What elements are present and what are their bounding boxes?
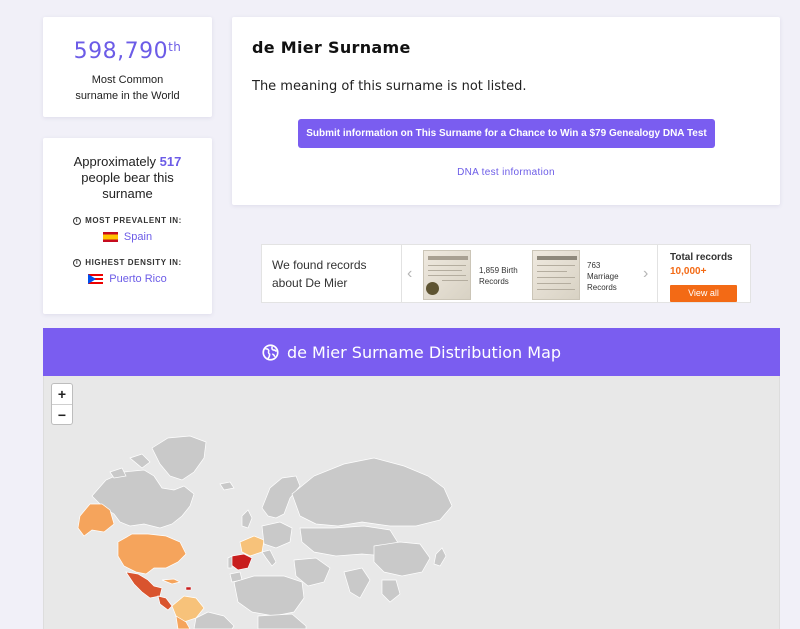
birth-certificate-thumbnail[interactable] — [423, 250, 471, 300]
map-region-india[interactable] — [343, 567, 371, 599]
bearers-card: Approximately 517 people bear this surna… — [43, 138, 212, 314]
divider — [401, 245, 402, 302]
highest-density-label-text: HIGHEST DENSITY IN: — [85, 258, 182, 267]
puerto-rico-flag-icon — [88, 274, 104, 284]
rank-value: 598,790 — [73, 39, 169, 64]
info-icon: i — [73, 216, 82, 225]
map-region-alaska[interactable] — [77, 503, 115, 537]
map-region-mexico[interactable] — [125, 571, 163, 599]
map-region-portugal[interactable] — [227, 555, 233, 569]
world-map[interactable] — [44, 376, 780, 629]
rank-number: 598,790th — [43, 39, 212, 64]
bearers-description: Approximately 517 people bear this surna… — [43, 154, 212, 202]
view-all-button[interactable]: View all — [670, 285, 737, 302]
globe-icon — [262, 343, 279, 361]
map-region-cuba[interactable] — [161, 578, 182, 585]
marriage-records-label[interactable]: 763 Marriage Records — [587, 260, 627, 293]
most-prevalent-label: i MOST PREVALENT IN: — [43, 216, 212, 225]
map-region-uk[interactable] — [241, 509, 253, 529]
map-region-china[interactable] — [373, 541, 431, 577]
map-region-puerto-rico[interactable] — [185, 586, 192, 591]
map-title: de Mier Surname Distribution Map — [286, 342, 562, 362]
map-region-southeast-asia[interactable] — [381, 579, 401, 603]
rank-suffix: th — [168, 40, 182, 54]
map-region-japan[interactable] — [433, 547, 447, 567]
meaning-text: The meaning of this surname is not liste… — [252, 79, 527, 94]
rank-line-2: surname in the World — [75, 90, 180, 102]
map-header: de Mier Surname Distribution Map — [43, 328, 780, 376]
rank-line-1: Most Common — [91, 74, 164, 86]
highest-density-value[interactable]: Puerto Rico — [43, 273, 212, 285]
spain-flag-icon — [102, 232, 118, 242]
highest-density-country[interactable]: Puerto Rico — [109, 273, 166, 285]
divider — [657, 245, 658, 302]
chevron-left-icon[interactable]: ‹ — [407, 265, 412, 283]
birth-records-label[interactable]: 1,859 Birth Records — [479, 265, 527, 287]
map-region-brazil[interactable] — [193, 611, 235, 629]
map-region-italy[interactable] — [261, 549, 277, 567]
zoom-control: + − — [51, 383, 73, 425]
dna-test-info-link[interactable]: DNA test information — [232, 167, 780, 178]
highest-density-label: i HIGHEST DENSITY IN: — [43, 258, 212, 267]
map-region-africa-south[interactable] — [257, 613, 307, 629]
map-region-russia[interactable] — [291, 457, 453, 527]
info-icon: i — [73, 258, 82, 267]
zoom-out-button[interactable]: − — [52, 404, 72, 424]
bearers-suffix: people bear this surname — [81, 170, 174, 201]
marriage-record-thumbnail[interactable] — [532, 250, 580, 300]
most-prevalent-label-text: MOST PREVALENT IN: — [85, 216, 182, 225]
records-found-text: We found records about De Mier — [272, 258, 367, 290]
zoom-in-button[interactable]: + — [52, 384, 72, 404]
meaning-card: de Mier Surname The meaning of this surn… — [232, 17, 780, 205]
most-prevalent-country[interactable]: Spain — [124, 231, 152, 243]
map-region-central-america[interactable] — [157, 595, 173, 611]
rank-description: Most Common surname in the World — [43, 72, 212, 104]
page-title: de Mier Surname — [252, 38, 411, 57]
total-records-value: 10,000+ — [670, 266, 707, 277]
total-records-title: Total records — [670, 252, 733, 263]
bearers-prefix: Approximately — [73, 154, 157, 169]
map-region-north-africa[interactable] — [233, 575, 305, 617]
map-region-usa[interactable] — [117, 533, 187, 575]
map-region-iceland[interactable] — [219, 481, 235, 491]
submit-information-button[interactable]: Submit information on This Surname for a… — [298, 119, 715, 148]
map-region-france[interactable] — [239, 535, 265, 557]
map-region-greenland[interactable] — [151, 435, 207, 481]
most-prevalent-value[interactable]: Spain — [43, 231, 212, 243]
rank-card: 598,790th Most Common surname in the Wor… — [43, 17, 212, 117]
map-region-spain[interactable] — [229, 553, 253, 571]
map-region-central-europe[interactable] — [261, 521, 293, 549]
bearers-count: 517 — [159, 154, 182, 169]
chevron-right-icon[interactable]: › — [643, 265, 648, 283]
records-banner[interactable]: We found records about De Mier ‹ 1,859 B… — [261, 244, 751, 303]
distribution-map[interactable]: + − — [43, 376, 780, 629]
